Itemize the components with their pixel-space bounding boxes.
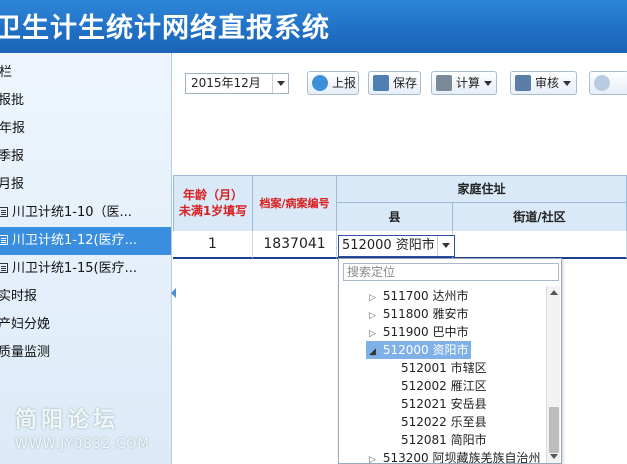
tree-item[interactable]: 512022 乐至县: [401, 413, 487, 431]
app-title: 卫生计生统计网络直报系统: [0, 13, 330, 44]
scroll-down-icon[interactable]: [550, 454, 558, 459]
help-button[interactable]: [589, 71, 627, 95]
chevron-down-icon: [484, 81, 493, 86]
cell-age[interactable]: 1: [173, 231, 253, 259]
header-county: 县: [336, 202, 453, 232]
header-age: 年龄（月） 未满1岁填写: [173, 175, 253, 232]
tree-item[interactable]: 512021 安岳县: [401, 395, 487, 413]
dropdown-scrollbar[interactable]: [546, 286, 560, 463]
sidebar-item-form-1-15[interactable]: 川卫计统1-15(医疗...: [0, 255, 171, 283]
tree-item[interactable]: ▷ 511900 巴中市: [369, 323, 468, 341]
tree-item[interactable]: 512081 简阳市: [401, 431, 487, 449]
chevron-down-icon: [437, 236, 454, 256]
cell-record-no[interactable]: 1837041: [253, 231, 337, 259]
tree-item[interactable]: ▷ 511800 雅安市: [369, 305, 468, 323]
tree-item-selected[interactable]: ◢ 512000 资阳市: [366, 341, 472, 359]
scroll-thumb[interactable]: [549, 407, 559, 453]
scroll-up-icon[interactable]: [550, 290, 558, 295]
audit-button[interactable]: 审核: [510, 71, 577, 95]
county-dropdown: 搜索定位 ▷ 511700 达州市 ▷ 511800 雅安市 ▷ 511900 …: [338, 258, 562, 464]
header-record-no: 档案/病案编号: [252, 175, 337, 232]
sidebar-item-form-1-12[interactable]: 川卫计统1-12(医疗...: [0, 227, 171, 255]
watermark-url: WWW.JY0832.COM: [15, 437, 150, 452]
chevron-down-icon: [272, 74, 288, 93]
help-icon: [594, 75, 610, 91]
sidebar: 栏 报批 年报 季报 月报 川卫计统1-10（医... 川卫计统1-12(医疗.…: [0, 53, 172, 464]
header-address: 家庭住址: [336, 175, 627, 203]
county-combo[interactable]: 512000 资阳市: [338, 235, 455, 257]
cell-street[interactable]: [453, 231, 627, 259]
tree-item[interactable]: 512002 雁江区: [401, 377, 487, 395]
sidebar-item-batch-report[interactable]: 报批: [0, 87, 170, 115]
form-icon: [0, 263, 8, 273]
search-input[interactable]: 搜索定位: [343, 263, 559, 281]
tree-item[interactable]: ▷ 511700 达州市: [369, 287, 468, 305]
tree-item[interactable]: 512001 市辖区: [401, 359, 487, 377]
app-header: 卫生计生统计网络直报系统: [0, 0, 627, 53]
chevron-down-icon: [563, 81, 572, 86]
sidebar-item-annual[interactable]: 年报: [0, 115, 171, 143]
save-button[interactable]: 保存: [368, 71, 421, 95]
save-icon: [373, 75, 389, 91]
period-select[interactable]: 2015年12月: [185, 73, 289, 94]
audit-icon: [515, 75, 531, 91]
sidebar-item-quality[interactable]: 质量监测: [0, 339, 170, 367]
watermark-text: 简阳论坛: [15, 408, 120, 433]
sidebar-collapse-arrow-icon[interactable]: [171, 288, 176, 298]
form-icon: [0, 207, 8, 217]
sidebar-item-nav[interactable]: 栏: [0, 59, 171, 87]
calculator-icon: [436, 75, 452, 91]
tree-item[interactable]: ▷ 513200 阿坝藏族羌族自治州: [369, 449, 540, 463]
sidebar-item-quarterly[interactable]: 季报: [0, 143, 170, 171]
sidebar-item-delivery[interactable]: 产妇分娩: [0, 311, 170, 339]
calculate-button[interactable]: 计算: [431, 71, 497, 95]
form-icon: [0, 235, 8, 245]
sidebar-item-form-1-10[interactable]: 川卫计统1-10（医...: [0, 199, 171, 227]
header-street: 街道/社区: [452, 202, 627, 232]
toolbar: 2015年12月 上报 保存 计算 审核: [173, 53, 627, 111]
sidebar-item-monthly[interactable]: 月报: [0, 171, 170, 199]
upload-icon: [312, 75, 328, 91]
report-button[interactable]: 上报: [307, 71, 359, 95]
sidebar-item-realtime[interactable]: 实时报: [0, 283, 170, 311]
